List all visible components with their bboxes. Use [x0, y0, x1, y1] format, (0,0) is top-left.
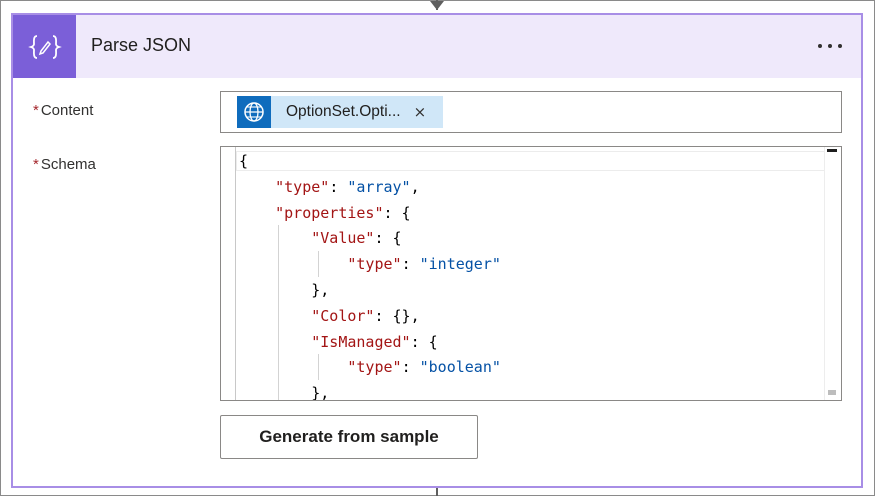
close-icon[interactable]: × [414, 104, 427, 120]
schema-label: * Schema [33, 156, 96, 173]
required-marker: * [33, 102, 39, 119]
json-punctuation [239, 333, 311, 351]
json-punctuation [239, 307, 311, 325]
arrow-down-icon [430, 1, 444, 10]
globe-icon-glyph [244, 102, 264, 122]
json-key: "Color" [311, 306, 375, 325]
required-marker: * [33, 156, 39, 173]
ellipsis-icon[interactable] [813, 31, 847, 61]
json-string: "integer" [419, 255, 501, 274]
ellipsis-dot [838, 44, 842, 48]
code-line: }, [239, 277, 329, 303]
json-punctuation: : { [374, 229, 402, 248]
current-line-highlight [236, 151, 825, 171]
scrollbar-overview-marker [828, 390, 836, 395]
parse-json-action-card: Parse JSON *Content OptionSet.Opti... × [11, 13, 863, 488]
json-key: "type" [347, 255, 402, 274]
json-punctuation [239, 229, 311, 247]
content-input[interactable]: OptionSet.Opti... × [220, 91, 842, 133]
json-key: "Value" [311, 229, 375, 248]
json-punctuation: : [329, 177, 348, 196]
indent-guide [278, 225, 279, 400]
schema-code-editor[interactable]: { "type": "array", "properties": { "Valu… [220, 146, 842, 401]
schema-label-text: Schema [40, 156, 96, 173]
ellipsis-dot [818, 44, 822, 48]
json-punctuation: { [239, 152, 249, 170]
editor-text-area[interactable]: { "type": "array", "properties": { "Valu… [221, 147, 825, 400]
editor-gutter [235, 147, 236, 400]
content-label: * Content [33, 102, 93, 119]
json-curly-braces-icon-glyph [27, 34, 62, 59]
code-line: "Value": { [239, 225, 402, 251]
json-key: "properties" [275, 203, 384, 222]
json-key: "type" [275, 177, 330, 196]
code-line: { [239, 148, 248, 174]
vertical-scrollbar[interactable] [824, 147, 841, 400]
code-line: "properties": { [239, 200, 411, 226]
globe-icon [237, 96, 271, 128]
indent-guide [318, 251, 319, 277]
action-header[interactable]: Parse JSON [13, 15, 861, 78]
json-punctuation [239, 178, 275, 196]
dynamic-content-token[interactable]: OptionSet.Opti... × [237, 96, 443, 128]
code-line: "type": "array", [239, 174, 420, 200]
token-label: OptionSet.Opti... [286, 103, 401, 120]
ellipsis-dot [828, 44, 832, 48]
action-title: Parse JSON [91, 35, 192, 55]
json-punctuation [239, 358, 347, 376]
json-key: "type" [347, 358, 402, 377]
json-punctuation [239, 255, 347, 273]
json-punctuation: : { [410, 332, 438, 351]
json-key: "IsManaged" [311, 332, 411, 351]
generate-from-sample-button[interactable]: Generate from sample [220, 415, 478, 459]
indent-guide [318, 354, 319, 380]
json-punctuation: }, [239, 281, 330, 299]
json-string: "array" [347, 177, 411, 196]
json-punctuation: , [410, 177, 420, 196]
json-punctuation: : { [383, 203, 411, 222]
code-line: "IsManaged": { [239, 329, 438, 355]
json-curly-braces-icon [13, 15, 76, 78]
content-label-text: Content [40, 102, 94, 119]
code-line: }, [239, 380, 329, 400]
code-line: "Color": {}, [239, 303, 420, 329]
json-punctuation: }, [239, 384, 330, 400]
json-punctuation: : [401, 255, 420, 274]
scrollbar-cursor-marker [827, 149, 837, 152]
json-string: "boolean" [419, 358, 501, 377]
json-punctuation: : [401, 358, 420, 377]
json-punctuation [239, 204, 275, 222]
json-punctuation: : {}, [374, 306, 420, 325]
